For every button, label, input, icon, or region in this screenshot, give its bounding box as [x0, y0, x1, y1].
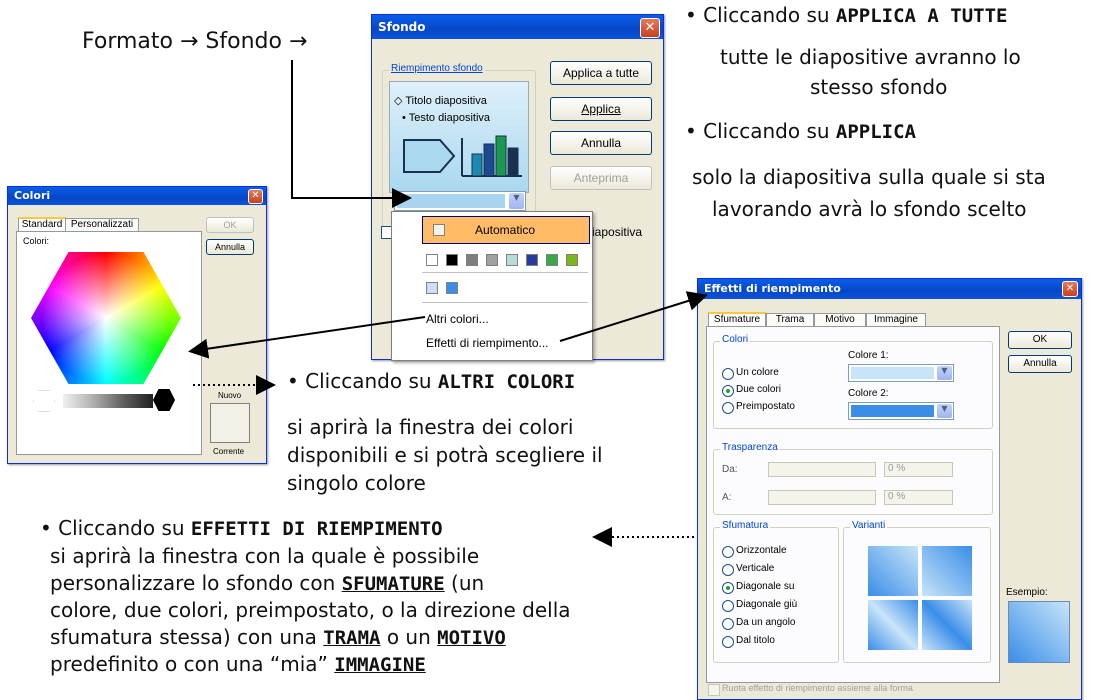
arrow-to-fill-effects: [559, 291, 708, 342]
arrow-to-combo: [291, 60, 412, 208]
arrow-to-colors: [188, 316, 426, 359]
connector-arrows: [188, 60, 708, 547]
